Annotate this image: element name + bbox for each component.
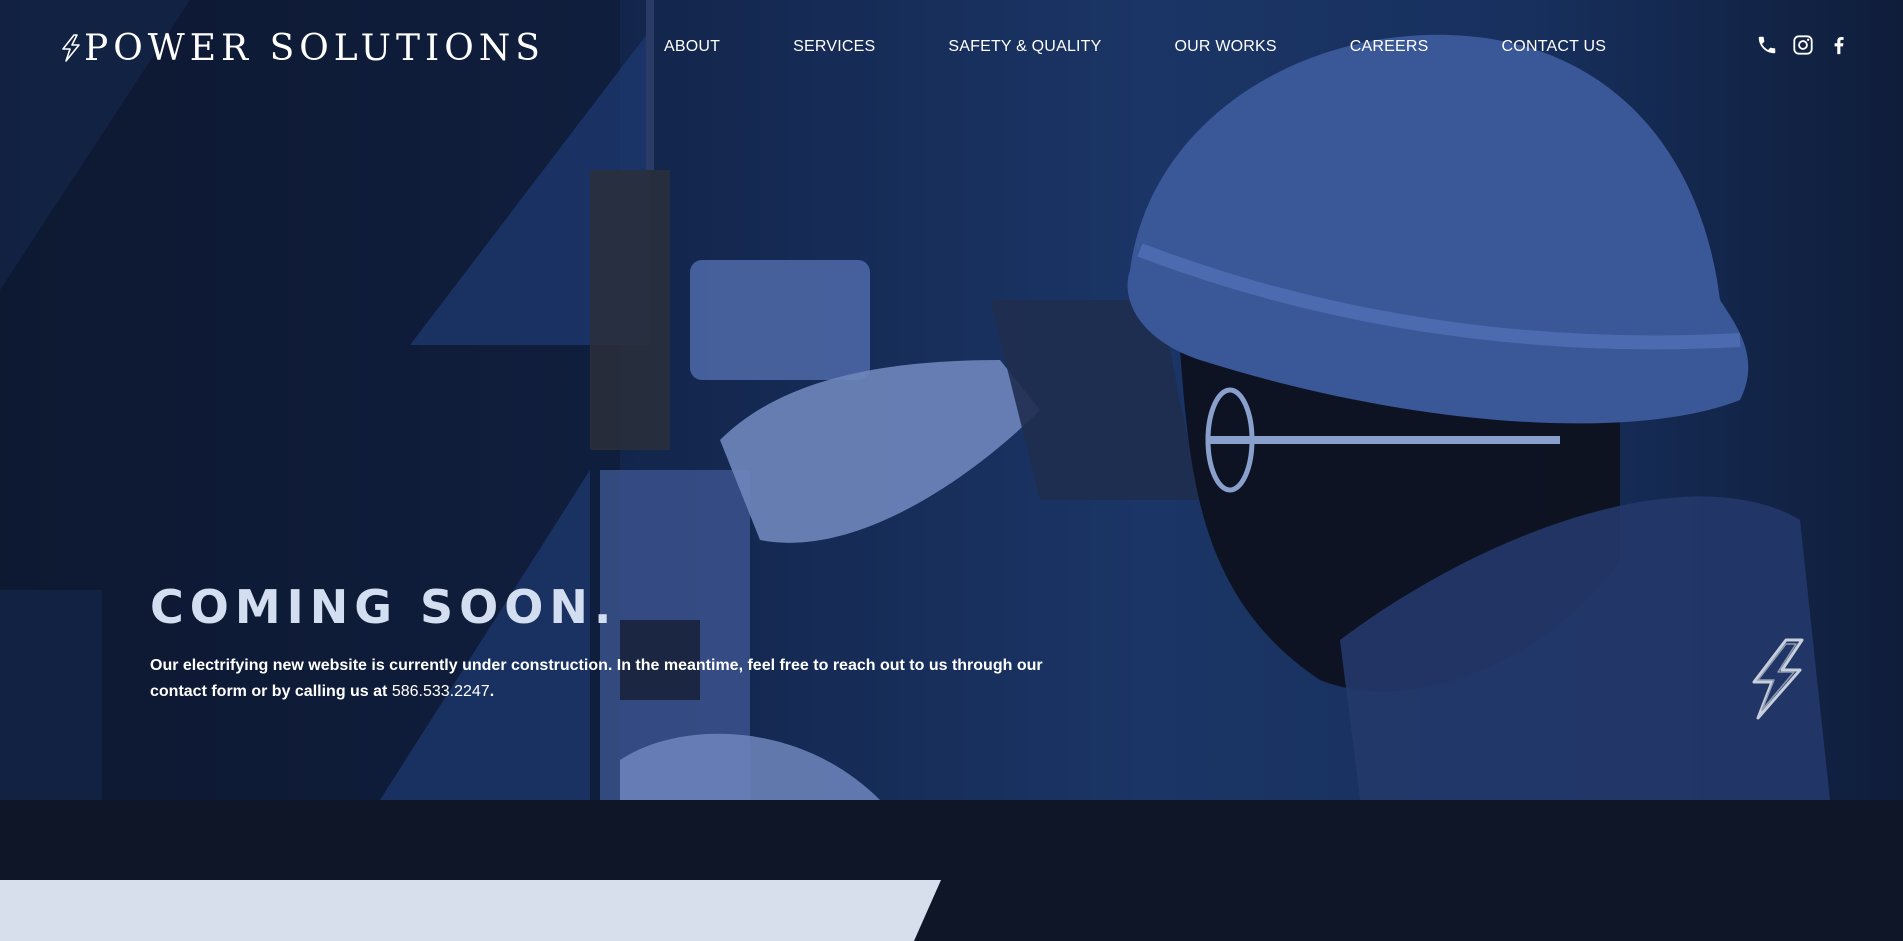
hero-headline: COMING SOON. [150,580,618,634]
top-navigation: POWER SOLUTIONS ABOUT SERVICES SAFETY & … [0,0,1903,96]
hero-description-end: . [489,683,495,700]
instagram-icon[interactable] [1792,34,1814,56]
hero-description: Our electrifying new website is currentl… [150,653,1050,705]
phone-icon[interactable] [1756,34,1778,56]
lightning-bolt-icon [1752,638,1804,720]
brand-logo[interactable]: POWER SOLUTIONS [60,27,545,69]
hero-description-text: Our electrifying new website is currentl… [150,657,1043,700]
nav-contact-us[interactable]: CONTACT US [1502,38,1607,56]
hero-section: POWER SOLUTIONS ABOUT SERVICES SAFETY & … [0,0,1903,800]
lightning-bolt-icon [62,34,80,62]
nav-safety-quality[interactable]: SAFETY & QUALITY [948,38,1101,56]
nav-about[interactable]: ABOUT [664,38,720,56]
nav-careers[interactable]: CAREERS [1350,38,1429,56]
main-menu: ABOUT SERVICES SAFETY & QUALITY OUR WORK… [664,38,1606,56]
social-links [1756,34,1850,56]
nav-services[interactable]: SERVICES [793,38,875,56]
nav-our-works[interactable]: OUR WORKS [1175,38,1277,56]
brand-name: POWER SOLUTIONS [84,27,545,69]
facebook-icon[interactable] [1828,34,1850,56]
hero-phone-number[interactable]: 586.533.2247 [392,683,490,700]
light-accent-strip [0,880,941,941]
